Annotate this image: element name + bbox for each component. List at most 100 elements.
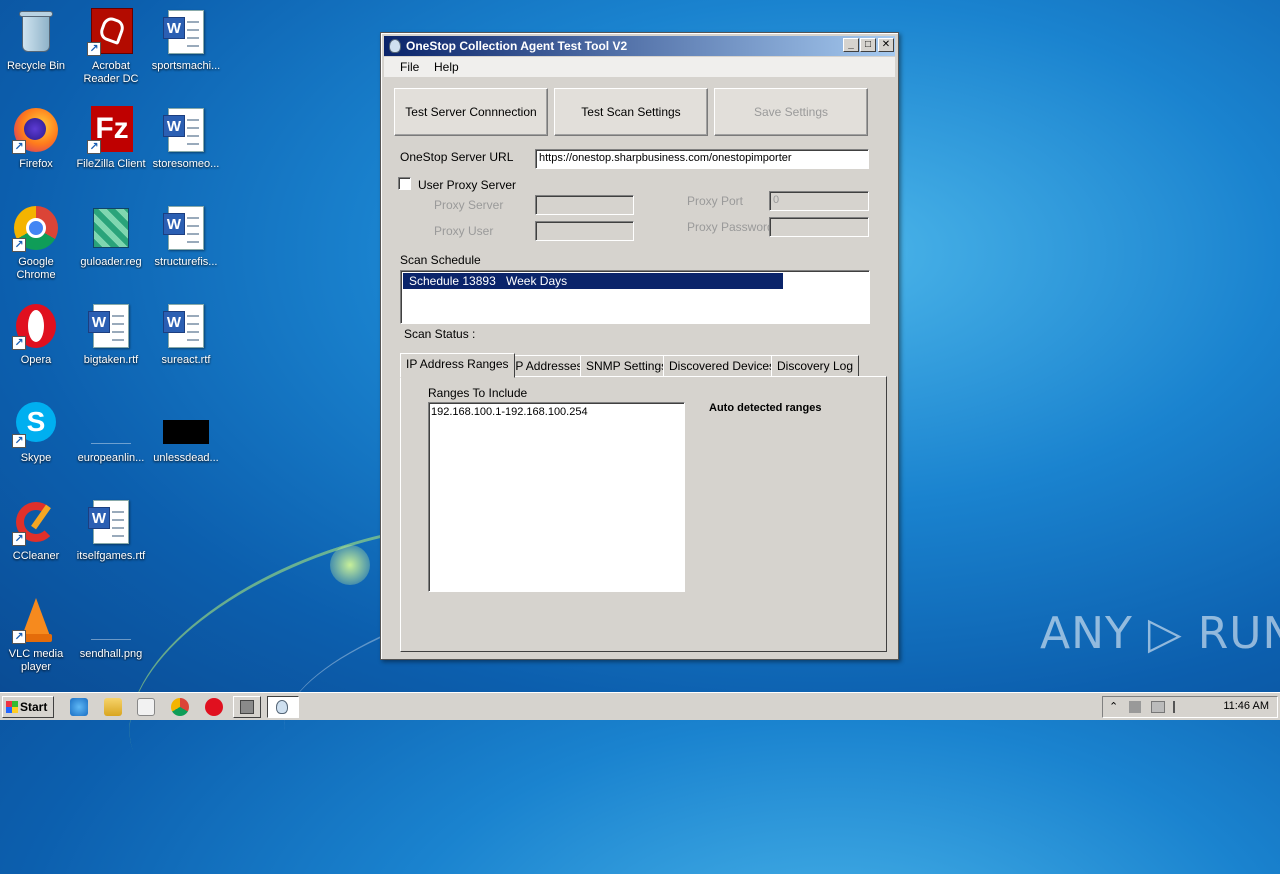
- desktop-icon-itselfgames[interactable]: W itselfgames.rtf: [73, 498, 149, 563]
- schedule-row[interactable]: Schedule 13893 Week Days: [403, 273, 783, 289]
- taskbar-active-window-button[interactable]: [267, 696, 299, 718]
- desktop-icon-europeanlin[interactable]: europeanlin...: [73, 400, 149, 465]
- proxy-server-input[interactable]: [535, 195, 634, 215]
- schedule-name: Schedule 13893: [409, 274, 496, 288]
- scan-schedule-list[interactable]: Schedule 13893 Week Days: [400, 270, 870, 324]
- ccleaner-icon: ↗: [12, 498, 60, 546]
- tab-discovered-devices[interactable]: Discovered Devices: [663, 355, 782, 377]
- desktop-icon-opera[interactable]: ↗ Opera: [0, 302, 74, 367]
- desktop-icon-sportsmachi[interactable]: W sportsmachi...: [148, 8, 224, 73]
- server-url-input[interactable]: https://onestop.sharpbusiness.com/onesto…: [535, 149, 869, 169]
- scan-schedule-label: Scan Schedule: [400, 253, 481, 267]
- word-document-icon: W: [162, 8, 210, 56]
- taskbar: Start ⌃ 11:46 AM: [0, 692, 1280, 720]
- tab-ip-addresses[interactable]: IP Addresses: [506, 355, 589, 377]
- word-document-icon: W: [87, 498, 135, 546]
- word-document-icon: W: [87, 302, 135, 350]
- desktop-icon-recycle-bin[interactable]: Recycle Bin: [0, 8, 74, 73]
- anyrun-watermark: ANY ▷ RUN: [1040, 608, 1280, 659]
- menu-help[interactable]: Help: [434, 60, 459, 74]
- desktop-icon-chrome[interactable]: ↗ Google Chrome: [0, 204, 74, 282]
- media-player-icon[interactable]: [137, 698, 155, 716]
- wallpaper-glow: [330, 545, 370, 585]
- desktop-icon-guloader-reg[interactable]: guloader.reg: [73, 204, 149, 269]
- shortcut-arrow-icon: ↗: [87, 42, 101, 56]
- recycle-bin-icon: [12, 8, 60, 56]
- use-proxy-label: User Proxy Server: [418, 178, 517, 192]
- menu-file[interactable]: File: [400, 60, 419, 74]
- file-explorer-icon[interactable]: [104, 698, 122, 716]
- desktop-icon-bigtaken[interactable]: W bigtaken.rtf: [73, 302, 149, 367]
- desktop-icon-ccleaner[interactable]: ↗ CCleaner: [0, 498, 74, 563]
- auto-detected-ranges-label: Auto detected ranges: [709, 402, 822, 414]
- show-hidden-icons-icon[interactable]: ⌃: [1109, 700, 1118, 713]
- shortcut-arrow-icon: ↗: [12, 532, 26, 546]
- maximize-button[interactable]: □: [860, 38, 876, 52]
- proxy-password-input[interactable]: [769, 217, 869, 237]
- desktop-icon-storesomeo[interactable]: W storesomeo...: [148, 106, 224, 171]
- desktop-icon-unlessdead[interactable]: unlessdead...: [148, 400, 224, 465]
- desktop-icon-filezilla[interactable]: Fz ↗ FileZilla Client: [73, 106, 149, 171]
- chrome-icon: ↗: [12, 204, 60, 252]
- proxy-port-input[interactable]: 0: [769, 191, 869, 211]
- vlc-icon: ↗: [12, 596, 60, 644]
- app-taskbar-icon: [240, 700, 254, 714]
- minimize-button[interactable]: _: [843, 38, 859, 52]
- desktop-icon-firefox[interactable]: ↗ Firefox: [0, 106, 74, 171]
- windows-logo-icon: [6, 701, 18, 713]
- shortcut-arrow-icon: ↗: [12, 238, 26, 252]
- ranges-to-include-label: Ranges To Include: [428, 386, 528, 400]
- shortcut-arrow-icon: ↗: [12, 336, 26, 350]
- shortcut-arrow-icon: ↗: [87, 140, 101, 154]
- tab-panel-ip-ranges: Ranges To Include 192.168.100.1-192.168.…: [400, 376, 887, 652]
- server-url-label: OneStop Server URL: [400, 150, 514, 164]
- word-document-icon: W: [162, 302, 210, 350]
- close-button[interactable]: ✕: [878, 38, 894, 52]
- action-center-flag-icon[interactable]: [1173, 701, 1183, 713]
- proxy-password-label: Proxy Password: [687, 220, 774, 234]
- firefox-icon: ↗: [12, 106, 60, 154]
- network-icon[interactable]: [1151, 701, 1165, 713]
- tab-discovery-log[interactable]: Discovery Log: [771, 355, 860, 377]
- scan-status-label: Scan Status :: [404, 327, 476, 341]
- acrobat-icon: ↗: [87, 8, 135, 56]
- internet-explorer-icon[interactable]: [70, 698, 88, 716]
- save-settings-button[interactable]: Save Settings: [714, 88, 868, 136]
- desktop-icon-sureact[interactable]: W sureact.rtf: [148, 302, 224, 367]
- proxy-user-label: Proxy User: [434, 224, 494, 238]
- use-proxy-checkbox[interactable]: [398, 177, 411, 190]
- title-bar[interactable]: OneStop Collection Agent Test Tool V2 _ …: [384, 36, 895, 56]
- shortcut-arrow-icon: ↗: [12, 630, 26, 644]
- word-document-icon: W: [162, 106, 210, 154]
- filezilla-icon: Fz ↗: [87, 106, 135, 154]
- window-title: OneStop Collection Agent Test Tool V2: [406, 39, 628, 53]
- word-document-icon: W: [162, 204, 210, 252]
- desktop-icon-acrobat[interactable]: ↗ Acrobat Reader DC: [73, 8, 149, 86]
- start-button[interactable]: Start: [2, 696, 54, 718]
- chrome-taskbar-icon[interactable]: [171, 698, 189, 716]
- menu-bar: File Help: [384, 57, 895, 77]
- ranges-textarea[interactable]: 192.168.100.1-192.168.100.254: [428, 402, 685, 592]
- opera-taskbar-icon[interactable]: [205, 698, 223, 716]
- clock[interactable]: 11:46 AM: [1223, 700, 1269, 712]
- test-scan-settings-button[interactable]: Test Scan Settings: [554, 88, 708, 136]
- app-icon: [389, 39, 401, 53]
- proxy-port-label: Proxy Port: [687, 194, 744, 208]
- schedule-days: Week Days: [506, 274, 568, 288]
- desktop-icon-sendhall[interactable]: sendhall.png: [73, 596, 149, 661]
- proxy-user-input[interactable]: [535, 221, 634, 241]
- registry-file-icon: [87, 204, 135, 252]
- opera-icon: ↗: [12, 302, 60, 350]
- desktop-icon-structurefis[interactable]: W structurefis...: [148, 204, 224, 269]
- tab-snmp-settings[interactable]: SNMP Settings: [580, 355, 674, 377]
- system-tray: ⌃ 11:46 AM: [1102, 696, 1278, 718]
- taskbar-app-button[interactable]: [233, 696, 261, 718]
- start-label: Start: [20, 700, 48, 714]
- desktop-icon-vlc[interactable]: ↗ VLC media player: [0, 596, 74, 674]
- image-file-icon: [87, 400, 135, 448]
- shortcut-arrow-icon: ↗: [12, 434, 26, 448]
- tab-ip-address-ranges[interactable]: IP Address Ranges: [400, 353, 515, 378]
- volume-icon[interactable]: [1129, 701, 1141, 713]
- test-server-connection-button[interactable]: Test Server Connnection: [394, 88, 548, 136]
- desktop-icon-skype[interactable]: S ↗ Skype: [0, 400, 74, 465]
